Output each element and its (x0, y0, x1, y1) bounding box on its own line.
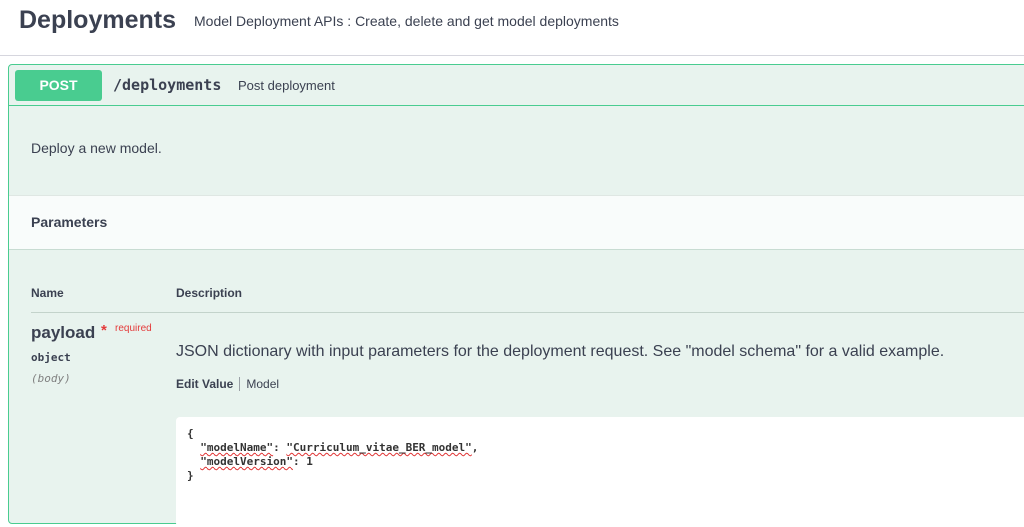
model-tabs: Edit Value Model (176, 377, 279, 391)
endpoint-path[interactable]: /deployments (113, 76, 221, 94)
parameters-title: Parameters (31, 214, 108, 230)
tab-model[interactable]: Model (240, 377, 279, 391)
param-description: JSON dictionary with input parameters fo… (176, 343, 945, 360)
parameters-header: Parameters (9, 195, 1024, 250)
table-divider (31, 312, 1024, 313)
opblock-post-deployments: POST /deployments Post deployment Deploy… (8, 64, 1024, 527)
json-close-brace: } (187, 469, 194, 482)
tag-description: Model Deployment APIs : Create, delete a… (194, 13, 619, 29)
json-value-model-version: 1 (306, 455, 313, 468)
required-label: required (115, 323, 152, 334)
tag-title[interactable]: Deployments (19, 5, 176, 35)
payload-json[interactable]: { "modelName": "Curriculum_vitae_BER_mod… (187, 427, 478, 483)
payload-editor[interactable]: { "modelName": "Curriculum_vitae_BER_mod… (176, 417, 1024, 527)
json-key-model-version: "modelVersion" (200, 455, 293, 468)
tag-header[interactable]: Deployments Model Deployment APIs : Crea… (0, 0, 1024, 56)
operation-description: Deploy a new model. (31, 140, 162, 156)
json-open-brace: { (187, 427, 194, 440)
endpoint-summary: Post deployment (238, 78, 335, 93)
column-header-description: Description (176, 286, 243, 300)
param-name: payload (31, 323, 96, 342)
json-key-model-name: "modelName" (200, 441, 274, 454)
json-value-model-name: "Curriculum_vitae_BER_model" (286, 441, 472, 454)
tab-edit-value[interactable]: Edit Value (176, 377, 241, 391)
param-location: (body) (31, 372, 71, 385)
required-star: * (101, 322, 107, 339)
param-type: object (31, 351, 71, 364)
method-badge[interactable]: POST (15, 70, 102, 101)
column-header-name: Name (31, 286, 64, 300)
opblock-summary[interactable]: POST /deployments Post deployment (9, 65, 1024, 106)
